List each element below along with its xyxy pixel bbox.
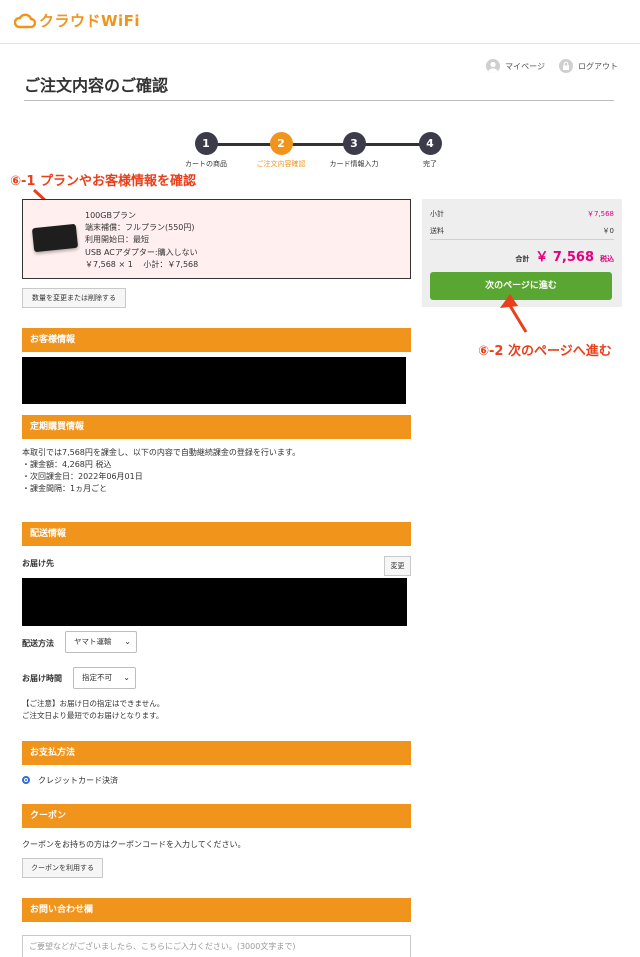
subscription-line: ・課金間隔：1ヵ月ごと — [22, 484, 108, 493]
credit-card-radio[interactable] — [22, 776, 30, 784]
delivery-note: ご注文日より最短でのお届けとなります。 — [22, 711, 164, 720]
site-header: クラウドWiFi — [0, 0, 640, 44]
order-summary: 小計 ￥7,568 送料 ￥0 合計 ￥ 7,568 税込 次のページに進む — [422, 199, 622, 307]
step-number: 3 — [342, 132, 366, 155]
step-number: 4 — [418, 132, 442, 155]
cart-item-details: 100GBプラン 端末補償：フルプラン(550円) 利用開始日：最短 USB A… — [85, 210, 198, 271]
user-icon — [486, 59, 501, 73]
logout-link[interactable]: ログアウト — [559, 59, 618, 73]
destination-label: お届け先 — [22, 559, 54, 568]
total-label: 合計 — [515, 255, 530, 263]
page-title: ご注文内容のご確認 — [24, 76, 169, 95]
subscription-line: ・次回課金日：2022年06月01日 — [22, 472, 143, 481]
chevron-down-icon: ⌄ — [123, 673, 130, 682]
shipping-header: 配送情報 — [22, 522, 411, 546]
delivery-method-select[interactable]: ヤマト運輸 ⌄ — [65, 631, 137, 653]
checkout-steps: 1 カートの商品 2 ご注文内容確認 3 カード情報入力 4 完了 — [0, 132, 640, 172]
logout-label: ログアウト — [578, 61, 618, 71]
shipping-value: ￥0 — [602, 227, 614, 235]
start-date: 利用開始日：最短 — [85, 235, 149, 245]
account-links: マイページ ログアウト — [486, 59, 618, 73]
delivery-time-label: お届け時間 — [22, 674, 62, 683]
subscription-line: 本取引では7,568円を課金し、以下の内容で自動継続課金の登録を行います。 — [22, 448, 301, 457]
subtotal-label: 小計 — [430, 210, 444, 218]
shipping-row: 送料 ￥0 — [430, 226, 614, 236]
cart-item: 100GBプラン 端末補償：フルプラン(550円) 利用開始日：最短 USB A… — [22, 199, 411, 279]
step-complete: 4 完了 — [385, 132, 475, 169]
step-number: 2 — [269, 132, 293, 155]
delivery-method-label: 配送方法 — [22, 639, 54, 648]
subtotal-value: ￥7,568 — [586, 210, 614, 218]
inquiry-textarea[interactable]: ご要望などがございましたら、こちらにご入力ください。(3000文字まで) — [22, 935, 411, 957]
subscription-details: 本取引では7,568円を課金し、以下の内容で自動継続課金の登録を行います。 ・課… — [22, 447, 300, 495]
step-label: 完了 — [423, 160, 437, 168]
change-destination-button[interactable]: 変更 — [384, 556, 411, 576]
customer-info-header: お客様情報 — [22, 328, 411, 352]
delivery-time-value: 指定不可 — [82, 673, 112, 682]
inquiry-header: お問い合わせ欄 — [22, 898, 411, 922]
payment-header: お支払方法 — [22, 741, 411, 765]
redacted-address — [22, 578, 407, 626]
shipping-label: 送料 — [430, 227, 444, 235]
device-insurance: 端末補償：フルプラン(550円) — [85, 223, 195, 233]
coupon-header: クーポン — [22, 804, 411, 828]
annotation-arrow-icon — [500, 294, 528, 333]
site-logo[interactable]: クラウドWiFi — [14, 10, 140, 31]
total-value: ￥ 7,568 — [535, 250, 594, 265]
delivery-note: 【ご注意】お届け日の指定はできません。 — [22, 699, 165, 708]
delivery-method-value: ヤマト運輸 — [74, 637, 112, 646]
wifi-router-image — [31, 223, 79, 253]
apply-coupon-button[interactable]: クーポンを利用する — [22, 858, 103, 878]
total-row: 合計 ￥ 7,568 税込 — [515, 246, 614, 265]
subscription-header: 定期購買情報 — [22, 415, 411, 439]
title-divider — [24, 100, 614, 101]
step-number: 1 — [194, 132, 218, 155]
delivery-notes: 【ご注意】お届け日の指定はできません。 ご注文日より最短でのお届けとなります。 — [22, 698, 164, 722]
adapter-option: USB ACアダプター:購入しない — [85, 247, 198, 257]
redacted-customer-info — [22, 357, 406, 404]
price-line: ￥7,568 × 1 小計：￥7,568 — [85, 259, 199, 269]
credit-card-label[interactable]: クレジットカード決済 — [38, 775, 118, 787]
cloud-icon — [14, 13, 36, 28]
tax-label: 税込 — [600, 255, 614, 263]
subscription-line: ・課金額：4,268円 税込 — [22, 460, 112, 469]
chevron-down-icon: ⌄ — [124, 637, 131, 646]
mypage-label: マイページ — [505, 61, 545, 71]
summary-divider — [430, 239, 614, 240]
mypage-link[interactable]: マイページ — [486, 59, 545, 73]
plan-name: 100GBプラン — [85, 211, 136, 220]
delivery-time-select[interactable]: 指定不可 ⌄ — [73, 667, 136, 689]
edit-quantity-button[interactable]: 数量を変更または削除する — [22, 288, 126, 308]
subtotal-row: 小計 ￥7,568 — [430, 209, 614, 219]
annotation-next-page: ⑥-2 次のページへ進む — [478, 344, 612, 359]
coupon-text: クーポンをお持ちの方はクーポンコードを入力してください。 — [22, 840, 246, 849]
lock-icon — [559, 59, 573, 73]
logo-text: クラウドWiFi — [39, 12, 141, 30]
